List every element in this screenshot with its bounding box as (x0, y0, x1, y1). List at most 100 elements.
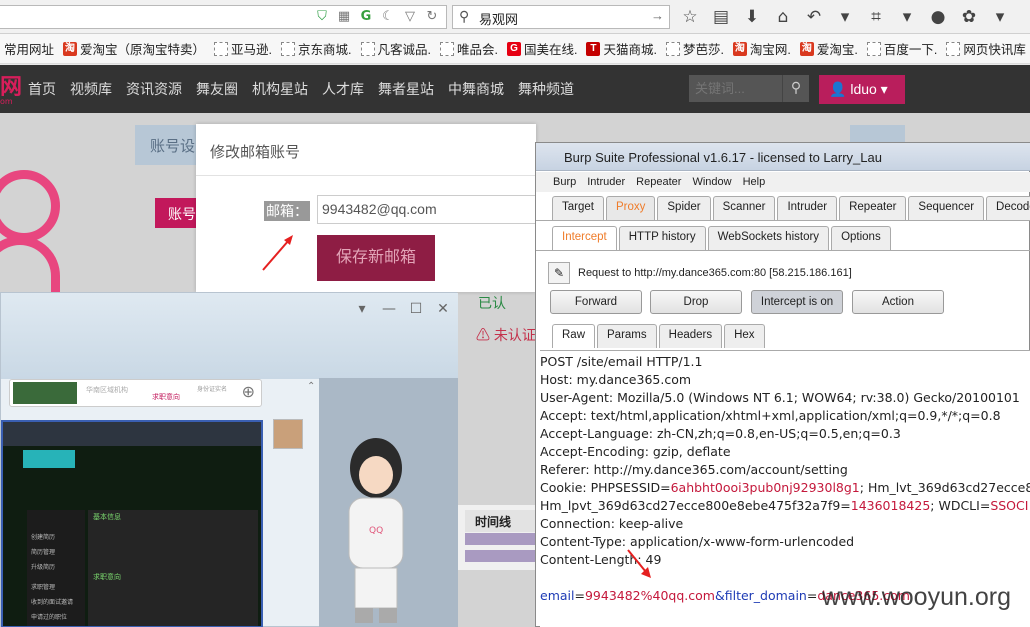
burp-menu-item[interactable]: Repeater (636, 176, 681, 188)
request-target: Request to http://my.dance365.com:80 [58… (578, 267, 852, 279)
bookmark-item[interactable]: 凡客诚品. (360, 39, 431, 58)
download-icon[interactable]: ⬇ (742, 6, 762, 28)
bookmark-item[interactable]: 梦芭莎. (665, 39, 724, 58)
watermark: www.wooyun.org (822, 583, 1011, 611)
grammarly-icon[interactable]: G (358, 9, 374, 24)
site-header: 网 om 首页视频库资讯资源舞友圈机构星站人才库舞者星站中舞商城舞种频道 ⚲ 👤… (0, 65, 1030, 113)
shield-icon[interactable]: ⛉ (314, 9, 330, 24)
burp-menu-item[interactable]: Window (692, 176, 731, 188)
view-tab[interactable]: Params (597, 324, 657, 348)
burp-tab[interactable]: Sequencer (908, 196, 985, 220)
crop-icon[interactable]: ⌗ (866, 6, 886, 28)
nav-item[interactable]: 资讯资源 (126, 79, 182, 99)
bookmark-item[interactable]: 亚马逊. (214, 39, 272, 58)
raw-line: POST /site/email HTTP/1.1 (540, 354, 703, 369)
burp-menu-item[interactable]: Intruder (587, 176, 625, 188)
message-snippet[interactable]: 华南区域机构 身份证实名 求职意向 ⊕ (9, 379, 262, 407)
thumb-main (88, 510, 258, 626)
contact-avatar[interactable] (273, 419, 303, 449)
proxy-subtab[interactable]: WebSockets history (707, 226, 830, 250)
minimize-icon[interactable]: — (382, 301, 396, 317)
burp-tab[interactable]: Proxy (605, 196, 656, 220)
bookmark-label: 网页快讯库 (963, 43, 1026, 57)
burp-tab[interactable]: Intruder (777, 196, 838, 220)
bookmark-item[interactable]: T 天猫商城. (586, 39, 657, 58)
bookmark-item[interactable]: 淘爱淘宝. (799, 39, 858, 58)
burp-tab[interactable]: Spider (657, 196, 711, 220)
refresh-mode-icon[interactable]: ☾ (380, 9, 396, 24)
reload-icon[interactable]: ↻ (424, 9, 440, 24)
action-button[interactable]: Action (852, 290, 944, 314)
maximize-icon[interactable]: ☐ (409, 301, 423, 317)
dropdown-icon[interactable]: ▾ (355, 301, 369, 317)
undo-icon[interactable]: ↶ (804, 6, 824, 28)
star-icon[interactable]: ☆ (680, 6, 700, 28)
bookmark-item[interactable]: 唯品会. (439, 39, 498, 58)
home-icon[interactable]: ⌂ (773, 6, 793, 28)
zoom-icon[interactable]: ⊕ (242, 382, 255, 401)
proxy-subtab[interactable]: HTTP history (618, 226, 706, 250)
nav-item[interactable]: 人才库 (322, 79, 364, 99)
proxy-subtab[interactable]: Intercept (552, 226, 617, 250)
bookmark-item[interactable]: G 国美在线. (506, 39, 577, 58)
bookmark-item[interactable]: 淘爱淘宝（原淘宝特卖） (63, 39, 205, 58)
bookmark-item[interactable]: 常用网址 (4, 39, 54, 58)
nav-item[interactable]: 舞友圈 (196, 79, 238, 99)
burp-menu-item[interactable]: Burp (553, 176, 576, 188)
nav-item[interactable]: 视频库 (70, 79, 112, 99)
nav-item[interactable]: 机构星站 (252, 79, 308, 99)
bookmark-item[interactable]: 百度一下. (866, 39, 937, 58)
proxy-subtab[interactable]: Options (831, 226, 891, 250)
email-field[interactable]: 9943482@qq.com (317, 195, 536, 224)
qr-icon[interactable]: ▦ (336, 9, 352, 24)
bookmark-label: 亚马逊. (231, 43, 273, 57)
guomei-icon: G (506, 41, 521, 56)
cookie-key: ; WDCLI= (930, 498, 991, 513)
go-arrow-icon[interactable]: → (651, 8, 664, 23)
thumb-side-item: 申请过的职位 (31, 614, 68, 621)
url-field[interactable]: ⛉ ▦ G ☾ ▽ ↻ (0, 5, 447, 29)
scroll-up-icon[interactable]: ⌃ (307, 381, 315, 392)
search-icon[interactable]: ⚲ (782, 75, 809, 102)
burp-tab[interactable]: Repeater (839, 196, 907, 220)
burp-tab[interactable]: Target (552, 196, 604, 220)
nav-item[interactable]: 中舞商城 (448, 79, 504, 99)
nav-item[interactable]: 舞者星站 (378, 79, 434, 99)
chat-window: ▾ — ☐ ✕ 华南区域机构 身份证实名 求职意向 ⊕ ⌃ 基本信息 求职意向 … (0, 292, 458, 627)
nav-item[interactable]: 首页 (28, 79, 56, 99)
extension-icon[interactable]: ✿ (959, 6, 979, 28)
search-input[interactable]: ⚲ 易观网 → (452, 5, 670, 29)
bookmark-item[interactable]: 网页快讯库 (946, 39, 1026, 58)
view-tab[interactable]: Hex (724, 324, 765, 348)
pencil-icon[interactable]: ✎ (548, 262, 570, 284)
param-value: 9943482%40qq.com (584, 588, 715, 603)
chat-titlebar: ▾ — ☐ ✕ (1, 293, 458, 379)
view-tab[interactable]: Headers (658, 324, 723, 348)
account-settings-tab[interactable]: 账号设 (135, 125, 205, 165)
dropdown-icon[interactable]: ▽ (402, 9, 418, 24)
intercept-toggle-button[interactable]: Intercept is on (751, 290, 843, 314)
burp-menu-item[interactable]: Help (743, 176, 766, 188)
burp-main-tabs: Target Proxy Spider Scanner Intruder Repeater… (552, 196, 1030, 220)
dropdown-icon[interactable]: ▾ (835, 6, 855, 28)
forward-button[interactable]: Forward (550, 290, 642, 314)
save-email-button[interactable]: 保存新邮箱 (317, 235, 435, 281)
bookmark-item[interactable]: 淘淘宝网. (732, 39, 791, 58)
bookmark-item[interactable]: 京东商城. (281, 39, 352, 58)
bookmark-label: 唯品会. (456, 43, 498, 57)
drop-button[interactable]: Drop (650, 290, 742, 314)
account-button[interactable]: 账号 (155, 198, 200, 228)
close-icon[interactable]: ✕ (436, 301, 450, 317)
view-tab[interactable]: Raw (552, 324, 596, 348)
page-icon (281, 41, 296, 56)
dropdown-icon[interactable]: ▾ (990, 6, 1010, 28)
screenshot-thumbnail[interactable]: 基本信息 求职意向 创建简历 简历管理 升级简历 求职管理 收到的面试邀请 申请… (1, 420, 263, 627)
user-menu-button[interactable]: 👤 lduo ▾ (819, 75, 905, 104)
burp-tab[interactable]: Scanner (712, 196, 776, 220)
nav-item[interactable]: 舞种频道 (518, 79, 574, 99)
keyword-input[interactable] (689, 75, 782, 102)
chat-icon[interactable]: ● (928, 6, 948, 28)
dropdown-icon[interactable]: ▾ (897, 6, 917, 28)
reading-list-icon[interactable]: ▤ (711, 6, 731, 28)
burp-tab[interactable]: Decoder (986, 196, 1030, 220)
